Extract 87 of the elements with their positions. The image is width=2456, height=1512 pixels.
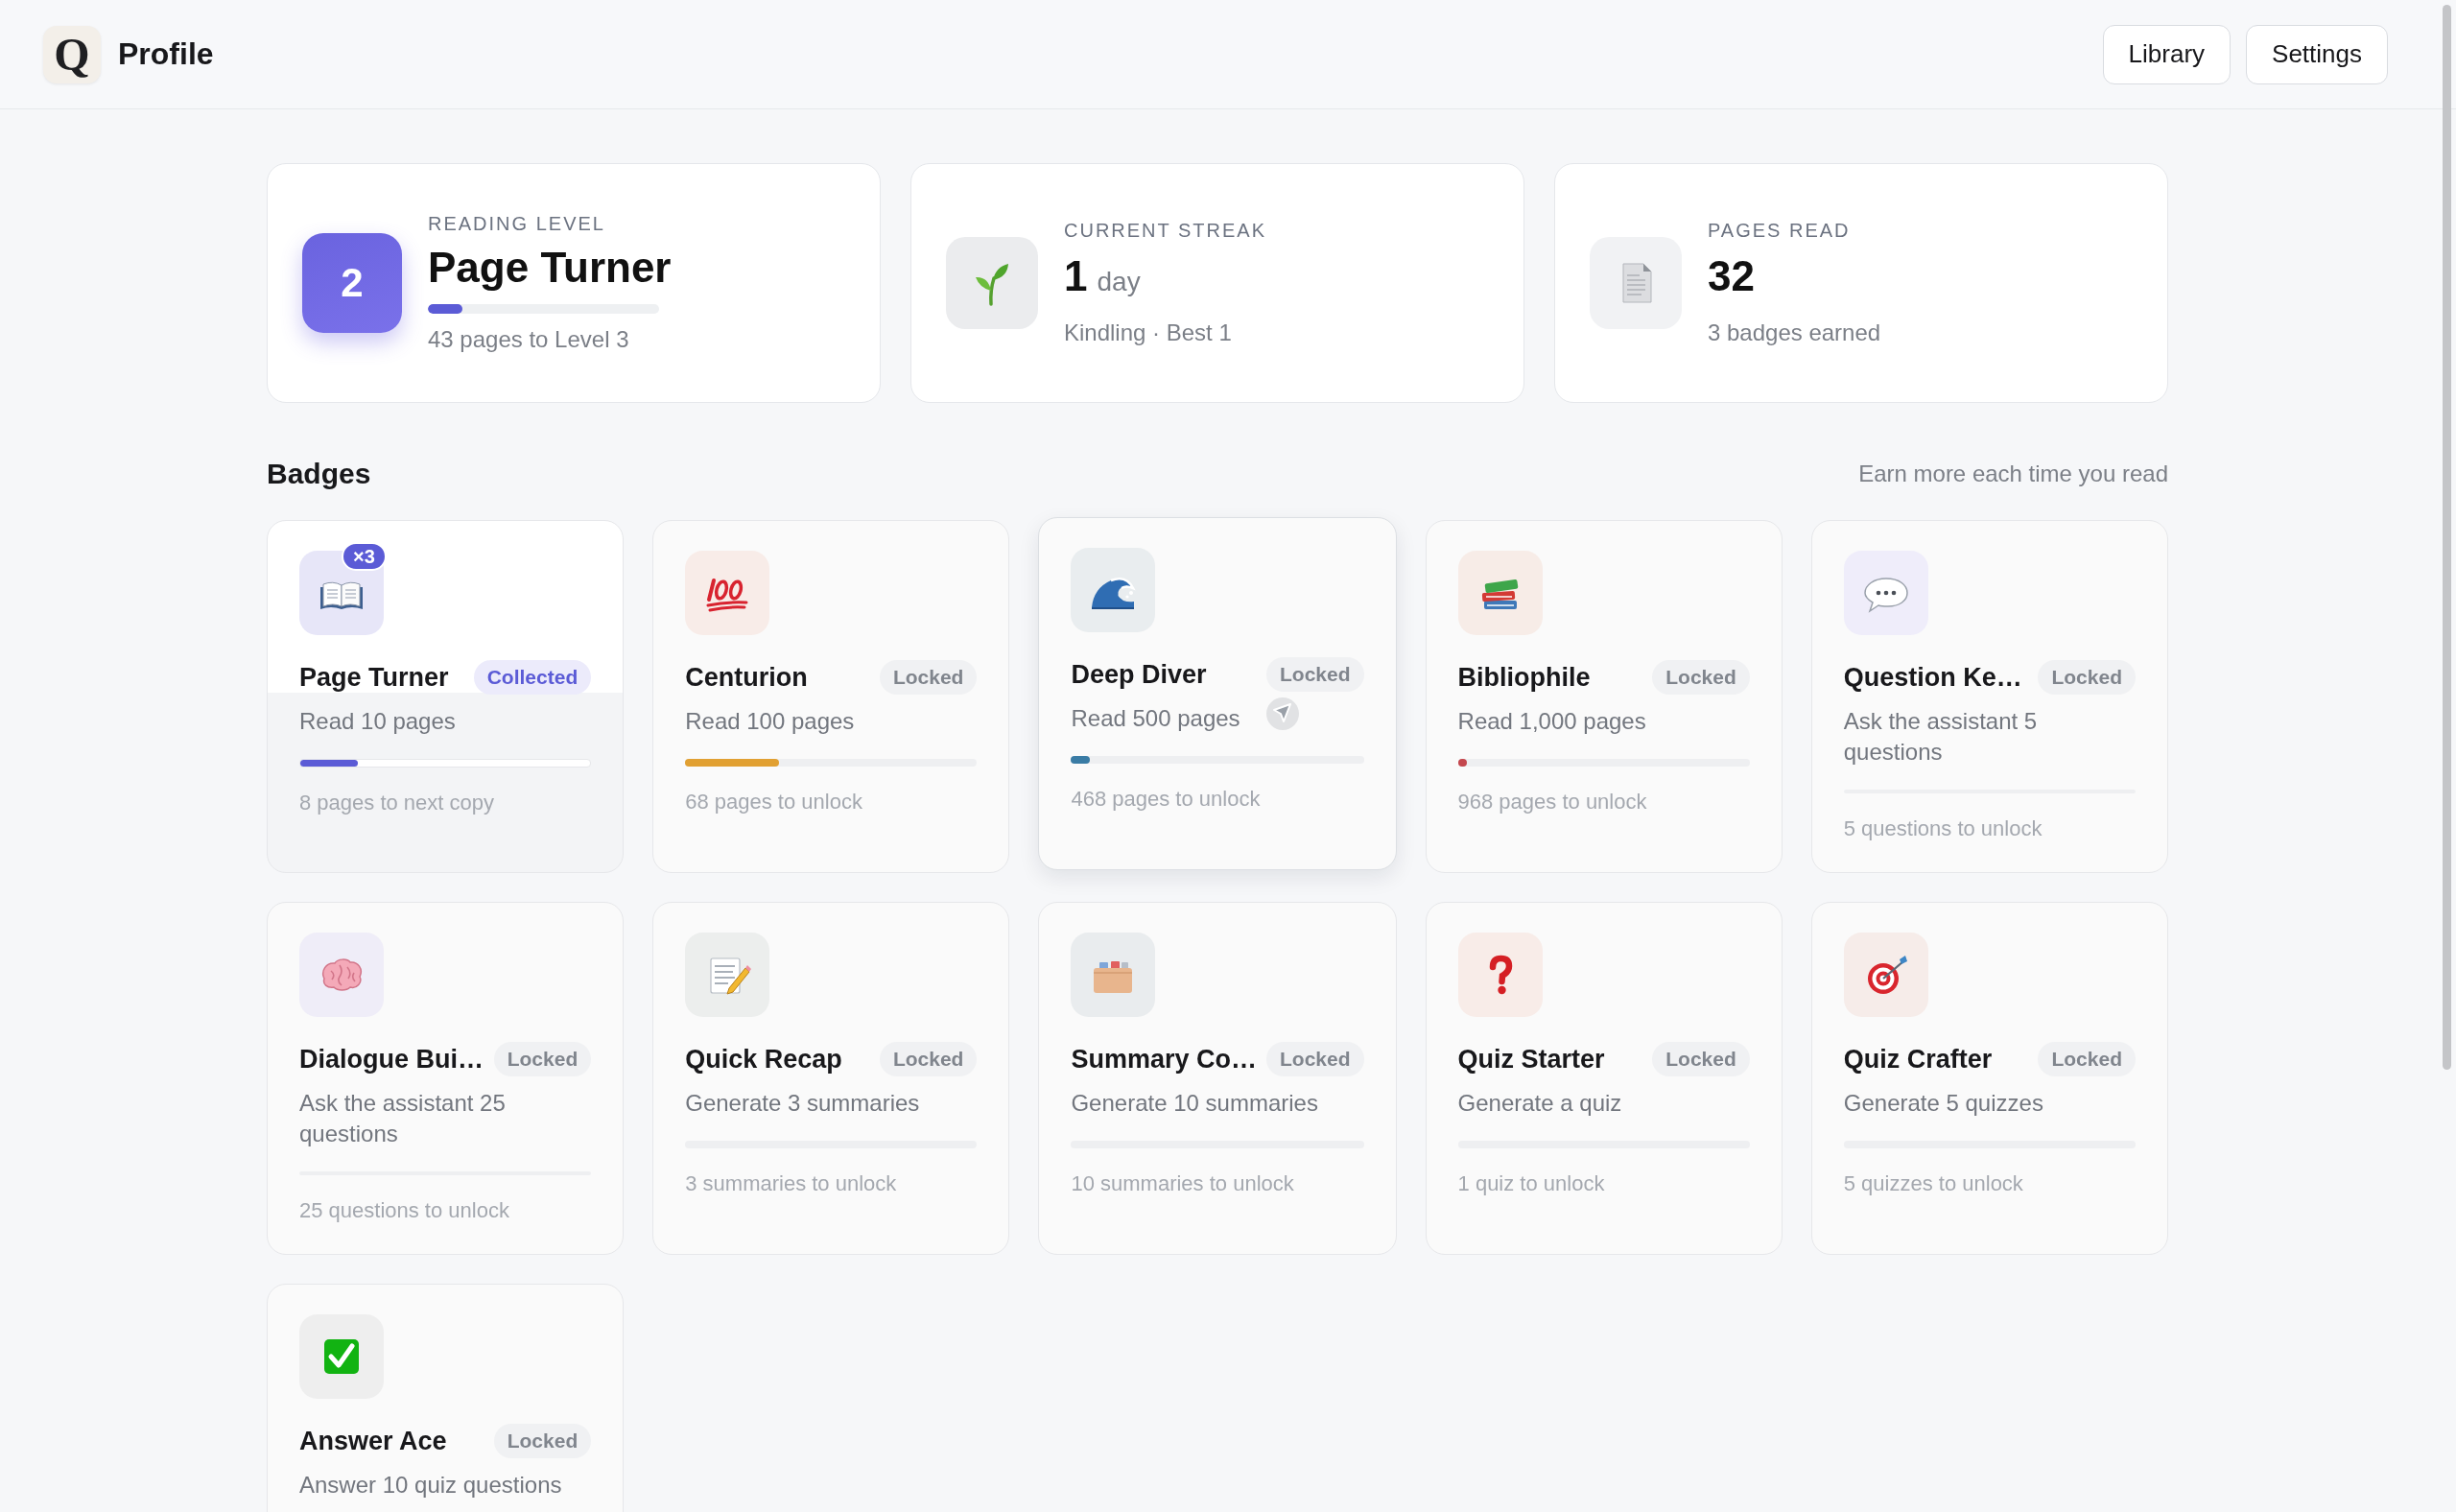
badge-description: Answer 10 quiz questions <box>299 1471 562 1500</box>
copies-count: ×3 <box>342 542 387 571</box>
section-title: Badges <box>267 457 371 491</box>
badge-description: Generate a quiz <box>1457 1089 1622 1118</box>
badge-card[interactable]: Summary Co… Locked Generate 10 summaries 10 summaries to unlock <box>1038 902 1397 1255</box>
app-logo[interactable]: Q <box>43 25 101 83</box>
seedling-icon <box>946 237 1038 329</box>
badge-card[interactable]: Bibliophile Locked Read 1,000 pages 968 pages to unlock <box>1425 520 1783 873</box>
status-tag: Locked <box>1266 657 1364 692</box>
badge-card[interactable]: Centurion Locked Read 100 pages 68 pages to unlock <box>652 520 1010 873</box>
target-icon <box>1843 933 1928 1017</box>
status-tag: Locked <box>879 1042 978 1076</box>
badge-title: Answer Ace <box>299 1426 447 1456</box>
status-tag: Collected <box>473 660 592 695</box>
badge-description: Read 10 pages <box>299 707 456 736</box>
file-box-icon <box>1071 933 1156 1017</box>
badge-title: Quiz Crafter <box>1843 1044 1993 1075</box>
stat-caption: Kindling · Best 1 <box>1064 319 1232 347</box>
badge-description: Generate 3 summaries <box>685 1089 920 1118</box>
badge-description: Generate 10 summaries <box>1071 1089 1318 1118</box>
badge-description: Read 1,000 pages <box>1457 707 1646 736</box>
books-icon <box>1457 551 1543 635</box>
badge-card[interactable]: Dialogue Bui… Locked Ask the assistant 25 questions 25 questions to unlock <box>267 902 625 1255</box>
badge-title: Page Turner <box>299 662 449 693</box>
badge-title: Dialogue Bui… <box>299 1044 484 1075</box>
badge-title: Question Ke… <box>1843 662 2022 693</box>
badge-progress-text: 5 questions to unlock <box>1843 815 2043 842</box>
badge-title: Deep Diver <box>1071 659 1207 690</box>
question-mark-icon <box>1457 933 1543 1017</box>
badge-card[interactable]: Answer Ace Locked Answer 10 quiz questions <box>267 1284 625 1512</box>
badge-progress-text: 968 pages to unlock <box>1457 789 1647 815</box>
badge-description: Read 100 pages <box>685 707 855 736</box>
cursor-icon <box>1265 697 1301 731</box>
section-hint: Earn more each time you read <box>1858 461 2168 487</box>
badge-progress-text: 468 pages to unlock <box>1071 786 1261 813</box>
page-title: Profile <box>118 36 214 72</box>
badge-title: Quick Recap <box>685 1044 842 1075</box>
badge-card[interactable]: ×3 Page Turner Collected Read 10 pages 8 pages to next copy <box>267 520 625 873</box>
badge-card[interactable]: Question Ke… Locked Ask the assistant 5 questions 5 questions to unlock <box>1810 520 2168 873</box>
status-tag: Locked <box>493 1424 592 1458</box>
status-tag: Locked <box>1652 1042 1750 1076</box>
memo-pencil-icon <box>685 933 770 1017</box>
badge-title: Quiz Starter <box>1457 1044 1605 1075</box>
status-tag: Locked <box>493 1042 592 1076</box>
badge-card[interactable]: Quiz Starter Locked Generate a quiz 1 quiz to unlock <box>1425 902 1783 1255</box>
badge-description: Read 500 pages <box>1071 704 1240 733</box>
status-tag: Locked <box>879 660 978 695</box>
stat-value: Page Turner <box>428 243 672 293</box>
scrollbar-thumb[interactable] <box>2443 5 2451 1070</box>
status-tag: Locked <box>1266 1042 1364 1076</box>
status-tag: Locked <box>2038 1042 2136 1076</box>
stat-label: PAGES READ <box>1708 219 1851 242</box>
level-badge: 2 <box>302 233 402 333</box>
badge-title: Centurion <box>685 662 808 693</box>
check-box-icon <box>299 1314 384 1399</box>
badge-progress-text: 68 pages to unlock <box>685 789 862 815</box>
stat-label: CURRENT STREAK <box>1064 219 1266 242</box>
brain-icon <box>299 933 384 1017</box>
badge-progress-text: 10 summaries to unlock <box>1071 1170 1294 1197</box>
stat-value: 1 <box>1064 251 1088 301</box>
badge-progress-text: 25 questions to unlock <box>299 1197 509 1224</box>
hundred-points-icon <box>685 551 770 635</box>
nav-button[interactable]: Settings <box>2246 24 2388 84</box>
speech-bubble-icon <box>1843 551 1928 635</box>
stat-value: 32 <box>1708 251 1755 301</box>
stat-caption: 43 pages to Level 3 <box>428 325 629 354</box>
badge-card[interactable]: Quick Recap Locked Generate 3 summaries 3 summaries to unlock <box>652 902 1010 1255</box>
document-icon <box>1590 237 1682 329</box>
nav-button[interactable]: Library <box>2102 24 2232 84</box>
badge-progress-text: 5 quizzes to unlock <box>1843 1170 2023 1197</box>
badge-card[interactable]: Quiz Crafter Locked Generate 5 quizzes 5 quizzes to unlock <box>1810 902 2168 1255</box>
badge-description: Ask the assistant 25 questions <box>299 1089 507 1148</box>
badge-description: Generate 5 quizzes <box>1843 1089 2043 1118</box>
badge-progress-text: 1 quiz to unlock <box>1457 1170 1605 1197</box>
badge-title: Bibliophile <box>1457 662 1591 693</box>
status-tag: Locked <box>2038 660 2136 695</box>
open-book-icon <box>299 551 384 635</box>
badge-progress-text: 8 pages to next copy <box>299 790 495 816</box>
status-tag: Locked <box>1652 660 1750 695</box>
badge-description: Ask the assistant 5 questions <box>1843 707 2039 767</box>
badge-title: Summary Co… <box>1071 1044 1257 1075</box>
wave-icon <box>1071 548 1156 632</box>
stat-label: READING LEVEL <box>428 212 605 235</box>
stat-unit: day <box>1097 267 1141 297</box>
badge-progress-text: 3 summaries to unlock <box>685 1170 897 1197</box>
badge-card[interactable]: Deep Diver Locked Read 500 pages 468 pages to unlock <box>1038 517 1397 870</box>
stat-caption: 3 badges earned <box>1708 319 1881 347</box>
